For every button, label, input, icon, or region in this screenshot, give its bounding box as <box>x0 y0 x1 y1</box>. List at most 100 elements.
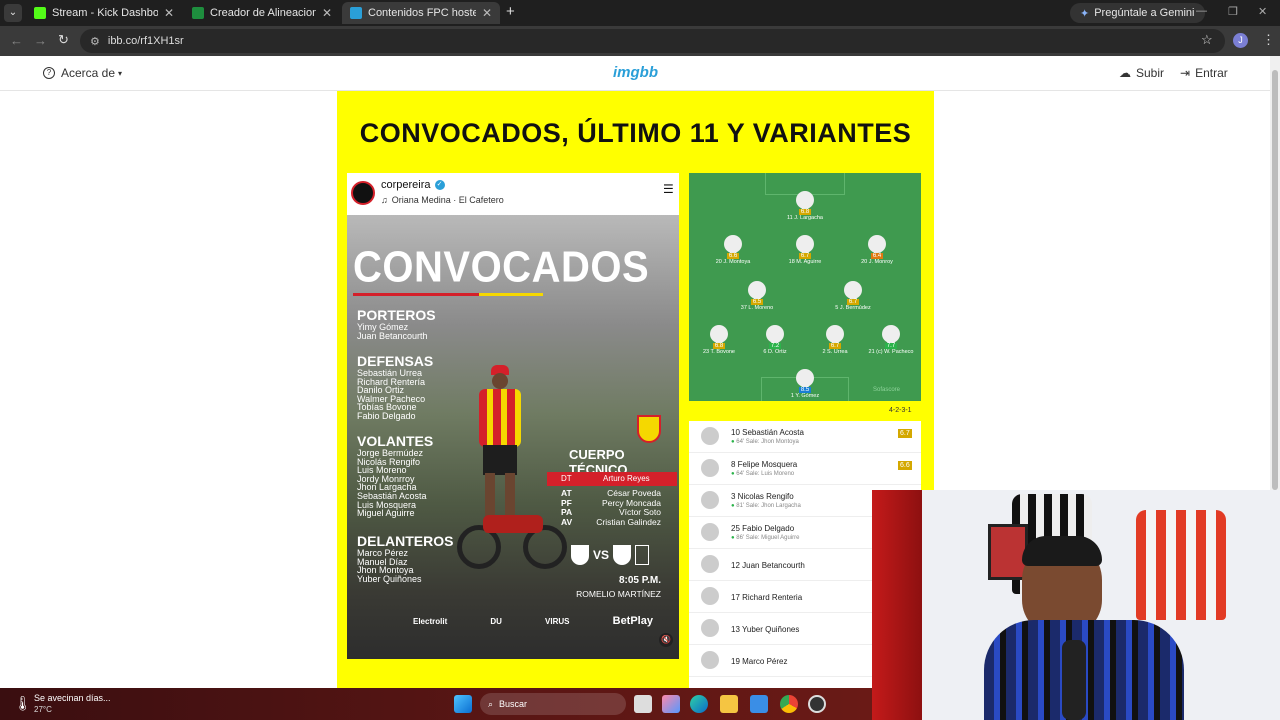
tab-search-button[interactable]: ⌄ <box>4 4 22 22</box>
close-icon[interactable]: ✕ <box>482 6 492 20</box>
obs-icon[interactable] <box>808 695 826 713</box>
store-icon[interactable] <box>750 695 768 713</box>
player-name: 18 M. Aguirre <box>788 259 822 265</box>
player-name: 1 Y. Gómez <box>790 393 820 399</box>
reload-icon[interactable]: ↻ <box>58 32 69 48</box>
maximize-button[interactable]: ❐ <box>1228 5 1238 18</box>
account-avatar <box>351 181 375 205</box>
player-avatar <box>701 459 719 477</box>
formation-player: 6.4 20 J. Monroy <box>847 235 907 265</box>
sub-rating: 6.7 <box>898 429 912 438</box>
player-avatar <box>796 369 814 387</box>
tab-kick-dashboard[interactable]: Stream - Kick Dashboard ✕ <box>26 2 182 24</box>
player-rating: 6.8 <box>798 209 812 215</box>
close-window-button[interactable]: ✕ <box>1258 5 1267 18</box>
league-logo <box>635 545 650 565</box>
poster-title: CONVOCADOS, ÚLTIMO 11 Y VARIANTES <box>359 118 912 148</box>
help-icon: ? <box>43 67 55 79</box>
player-avatar <box>796 191 814 209</box>
player-rating: 6.7 <box>846 299 860 305</box>
kick-icon <box>34 7 46 19</box>
music-note-icon: ♫ <box>381 195 388 205</box>
formation-player: 6.5 37 L. Moreno <box>727 281 787 311</box>
formation-player: 8.5 1 Y. Gómez <box>775 369 835 399</box>
section-delanteros: DELANTEROS <box>357 533 454 549</box>
formation-player: 7.7 21 (c) W. Pacheco <box>861 325 921 355</box>
minimize-button[interactable]: — <box>1196 5 1207 17</box>
headline-underline-yellow <box>479 293 543 296</box>
mute-icon: 🔇 <box>659 633 673 647</box>
menu-icon[interactable]: ⋮ <box>1262 32 1275 48</box>
address-bar-row: ← → ↻ ⚙ ibb.co/rf1XH1sr ☆ J ⋮ <box>0 26 1280 56</box>
player-avatar <box>701 555 719 573</box>
jersey-red-white <box>1136 510 1226 620</box>
verified-icon: ✓ <box>434 180 445 190</box>
player-rating: 6.5 <box>750 299 764 305</box>
section-volantes: VOLANTES <box>357 433 434 449</box>
sub-row: 8 Felipe Mosquera ● 64' Sale: Luis Moreno… <box>689 453 921 485</box>
caret-down-icon: ▾ <box>118 68 123 78</box>
upload-button[interactable]: ☁ Subir <box>1119 66 1164 80</box>
forms-icon <box>192 7 204 19</box>
player-avatar <box>868 235 886 253</box>
sub-player-name: 8 Felipe Mosquera <box>731 460 798 469</box>
weather-text[interactable]: Se avecinan días... <box>34 693 111 703</box>
bookmark-star-icon[interactable]: ☆ <box>1201 32 1213 48</box>
site-info-icon[interactable]: ⚙ <box>90 35 100 48</box>
imgbb-icon <box>350 7 362 19</box>
player-avatar <box>701 619 719 637</box>
webcam-overlay <box>872 490 1280 720</box>
temperature: 27°C <box>34 705 52 714</box>
player-avatar <box>701 651 719 669</box>
formation-player: 6.6 20 J. Montoya <box>703 235 763 265</box>
imgbb-logo[interactable]: imgbb <box>613 64 658 81</box>
browser-tab-bar: ⌄ Stream - Kick Dashboard ✕ Creador de A… <box>0 0 1280 26</box>
tab-contenidos-fpc[interactable]: Contenidos FPC hosted at ImgB ✕ <box>342 2 500 24</box>
copilot-icon[interactable] <box>662 695 680 713</box>
gemini-button[interactable]: ✦ Pregúntale a Gemini <box>1070 3 1205 23</box>
player-rating: 8.5 <box>798 387 812 393</box>
forward-icon[interactable]: → <box>34 33 47 48</box>
login-button[interactable]: ⇥ Entrar <box>1180 66 1228 80</box>
edge-icon[interactable] <box>690 695 708 713</box>
about-menu[interactable]: ? Acerca de ▾ <box>43 66 122 80</box>
url-field[interactable]: ⚙ ibb.co/rf1XH1sr <box>80 29 1225 53</box>
microphone <box>1062 640 1086 720</box>
weather-icon[interactable]: 🌡 <box>14 695 32 712</box>
formation-player: 6.8 23 T. Bovone <box>689 325 749 355</box>
tab-creador-alineaciones[interactable]: Creador de Alineaciones - Form ✕ <box>184 2 340 24</box>
profile-avatar[interactable]: J <box>1233 33 1248 48</box>
new-tab-button[interactable]: + <box>506 3 515 20</box>
back-icon[interactable]: ← <box>10 33 23 48</box>
start-icon[interactable] <box>454 695 472 713</box>
player-name: 5 J. Bermúdez <box>835 305 871 311</box>
cloud-upload-icon: ☁ <box>1119 66 1131 80</box>
player-name: 11 J. Largacha <box>787 215 823 221</box>
chrome-icon[interactable] <box>780 695 798 713</box>
sub-detail: 81' Sale: Jhon Largacha <box>736 503 801 509</box>
player-avatar <box>882 325 900 343</box>
player-avatar <box>796 235 814 253</box>
taskbar-search[interactable]: ⌕ Buscar <box>480 693 626 715</box>
player-rating: 6.7 <box>798 253 812 259</box>
scrollbar-thumb[interactable] <box>1272 70 1278 490</box>
search-icon: ⌕ <box>488 698 494 709</box>
section-porteros: PORTEROS <box>357 307 436 323</box>
sub-in-icon: ● <box>731 471 735 477</box>
home-crest <box>613 545 632 565</box>
sub-rating: 6.6 <box>898 461 912 470</box>
streamer-hair <box>1022 536 1102 566</box>
sub-player-name: 25 Fabio Delgado <box>731 524 795 533</box>
player-avatar <box>748 281 766 299</box>
sub-player-name: 12 Juan Betancourth <box>731 561 805 570</box>
close-icon[interactable]: ✕ <box>322 6 332 20</box>
file-explorer-icon[interactable] <box>720 695 738 713</box>
player-avatar <box>724 235 742 253</box>
player-avatar <box>826 325 844 343</box>
formation-player: 6.7 2 S. Urrea <box>805 325 865 355</box>
task-view-icon[interactable] <box>634 695 652 713</box>
player-name: 23 T. Bovone <box>702 349 735 355</box>
close-icon[interactable]: ✕ <box>164 6 174 20</box>
player-name: 37 L. Moreno <box>740 305 774 311</box>
player-name: 21 (c) W. Pacheco <box>868 349 914 355</box>
